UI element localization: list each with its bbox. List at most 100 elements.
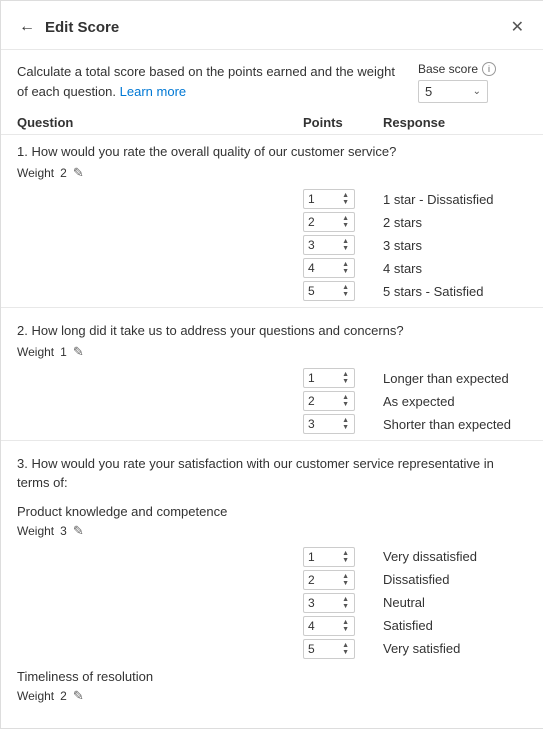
column-points: Points <box>303 115 383 130</box>
spin-up[interactable]: ▲ <box>341 192 350 199</box>
points-input-1-2[interactable]: 2 ▲ ▼ <box>303 212 355 232</box>
question-text-3: 3. How would you rate your satisfaction … <box>17 455 528 491</box>
spin-down[interactable]: ▼ <box>341 603 350 610</box>
spin-down[interactable]: ▼ <box>341 199 350 206</box>
points-input-1-5[interactable]: 5 ▲ ▼ <box>303 281 355 301</box>
response-3-1-5: Very satisfied <box>383 641 528 656</box>
response-3-1-3: Neutral <box>383 595 528 610</box>
learn-more-link[interactable]: Learn more <box>120 84 186 99</box>
chevron-down-icon: ⌄ <box>473 86 481 97</box>
back-button[interactable]: ← <box>17 16 37 38</box>
spin-down[interactable]: ▼ <box>341 580 350 587</box>
spin-down[interactable]: ▼ <box>341 401 350 408</box>
table-header: Question Points Response <box>1 111 543 135</box>
weight-label-2: Weight <box>17 345 54 359</box>
spin-down[interactable]: ▼ <box>341 626 350 633</box>
close-button[interactable]: ✕ <box>507 15 528 39</box>
base-score-value: 5 <box>425 84 432 99</box>
response-3-1-1: Very dissatisfied <box>383 549 528 564</box>
edit-weight-icon-1[interactable]: ✎ <box>73 165 84 181</box>
spin-down[interactable]: ▼ <box>341 268 350 275</box>
spin-up[interactable]: ▲ <box>341 550 350 557</box>
sub-question-weight-block-2: Weight 2 ✎ <box>1 686 543 712</box>
spin-up[interactable]: ▲ <box>341 573 350 580</box>
base-score-dropdown[interactable]: 5 ⌄ <box>418 80 488 103</box>
divider-2 <box>1 440 543 441</box>
table-row: 4 ▲ ▼ Satisfied <box>17 616 528 636</box>
spin-down[interactable]: ▼ <box>341 424 350 431</box>
sub-question-label-2: Timeliness of resolution <box>1 665 543 684</box>
spin-up[interactable]: ▲ <box>341 284 350 291</box>
weight-row-1: Weight 2 ✎ <box>17 165 528 181</box>
points-input-3-1-5[interactable]: 5 ▲ ▼ <box>303 639 355 659</box>
spin-down[interactable]: ▼ <box>341 557 350 564</box>
spin-up[interactable]: ▲ <box>341 417 350 424</box>
question-text-1: 1. How would you rate the overall qualit… <box>17 143 528 161</box>
table-row: 3 ▲ ▼ 3 stars <box>17 235 528 255</box>
base-score-section: Base score i 5 ⌄ <box>418 62 528 103</box>
base-score-label: Base score i <box>418 62 496 76</box>
spin-down[interactable]: ▼ <box>341 378 350 385</box>
base-score-info-icon[interactable]: i <box>482 62 496 76</box>
spin-up[interactable]: ▲ <box>341 215 350 222</box>
spin-up[interactable]: ▲ <box>341 642 350 649</box>
weight-label-3-2: Weight <box>17 689 54 703</box>
points-input-3-1-1[interactable]: 1 ▲ ▼ <box>303 547 355 567</box>
table-row: 3 ▲ ▼ Shorter than expected <box>17 414 528 434</box>
table-row: 1 ▲ ▼ 1 star - Dissatisfied <box>17 189 528 209</box>
points-input-3-1-3[interactable]: 3 ▲ ▼ <box>303 593 355 613</box>
response-2-3: Shorter than expected <box>383 417 528 432</box>
questions-content: 1. How would you rate the overall qualit… <box>1 135 543 728</box>
table-row: 1 ▲ ▼ Longer than expected <box>17 368 528 388</box>
score-rows-1: 1 ▲ ▼ 1 star - Dissatisfied 2 ▲ <box>1 189 543 301</box>
divider-1 <box>1 307 543 308</box>
sub-question-label-1: Product knowledge and competence <box>1 500 543 519</box>
spin-up[interactable]: ▲ <box>341 261 350 268</box>
response-1-2: 2 stars <box>383 215 528 230</box>
points-input-2-2[interactable]: 2 ▲ ▼ <box>303 391 355 411</box>
table-row: 1 ▲ ▼ Very dissatisfied <box>17 547 528 567</box>
points-input-1-3[interactable]: 3 ▲ ▼ <box>303 235 355 255</box>
table-row: 2 ▲ ▼ 2 stars <box>17 212 528 232</box>
weight-row-3-1: Weight 3 ✎ <box>17 523 528 539</box>
dialog-header: ← Edit Score ✕ <box>1 1 543 50</box>
spin-up[interactable]: ▲ <box>341 596 350 603</box>
description-body: Calculate a total score based on the poi… <box>17 64 395 99</box>
edit-weight-icon-3-2[interactable]: ✎ <box>73 688 84 704</box>
spin-up[interactable]: ▲ <box>341 238 350 245</box>
question-block-2: 2. How long did it take us to address yo… <box>1 314 543 368</box>
spin-down[interactable]: ▼ <box>341 649 350 656</box>
points-input-2-3[interactable]: 3 ▲ ▼ <box>303 414 355 434</box>
response-1-4: 4 stars <box>383 261 528 276</box>
question-text-2: 2. How long did it take us to address yo… <box>17 322 528 340</box>
column-question: Question <box>17 115 303 130</box>
score-rows-2: 1 ▲ ▼ Longer than expected 2 ▲ <box>1 368 543 434</box>
edit-weight-icon-3-1[interactable]: ✎ <box>73 523 84 539</box>
response-3-1-4: Satisfied <box>383 618 528 633</box>
response-1-3: 3 stars <box>383 238 528 253</box>
question-block-3: 3. How would you rate your satisfaction … <box>1 447 543 499</box>
table-row: 4 ▲ ▼ 4 stars <box>17 258 528 278</box>
points-input-1-4[interactable]: 4 ▲ ▼ <box>303 258 355 278</box>
weight-value-3-1: 3 <box>60 524 67 538</box>
weight-row-3-2: Weight 2 ✎ <box>17 688 528 704</box>
table-row: 2 ▲ ▼ As expected <box>17 391 528 411</box>
spin-up[interactable]: ▲ <box>341 619 350 626</box>
response-2-1: Longer than expected <box>383 371 528 386</box>
weight-row-2: Weight 1 ✎ <box>17 344 528 360</box>
points-input-3-1-4[interactable]: 4 ▲ ▼ <box>303 616 355 636</box>
points-input-2-1[interactable]: 1 ▲ ▼ <box>303 368 355 388</box>
spin-down[interactable]: ▼ <box>341 222 350 229</box>
edit-weight-icon-2[interactable]: ✎ <box>73 344 84 360</box>
points-input-3-1-2[interactable]: 2 ▲ ▼ <box>303 570 355 590</box>
weight-value-2: 1 <box>60 345 67 359</box>
spin-up[interactable]: ▲ <box>341 394 350 401</box>
spin-down[interactable]: ▼ <box>341 245 350 252</box>
description-text: Calculate a total score based on the poi… <box>17 62 402 101</box>
points-input-1-1[interactable]: 1 ▲ ▼ <box>303 189 355 209</box>
weight-label-1: Weight <box>17 166 54 180</box>
spin-up[interactable]: ▲ <box>341 371 350 378</box>
table-row: 5 ▲ ▼ 5 stars - Satisfied <box>17 281 528 301</box>
response-3-1-2: Dissatisfied <box>383 572 528 587</box>
spin-down[interactable]: ▼ <box>341 291 350 298</box>
